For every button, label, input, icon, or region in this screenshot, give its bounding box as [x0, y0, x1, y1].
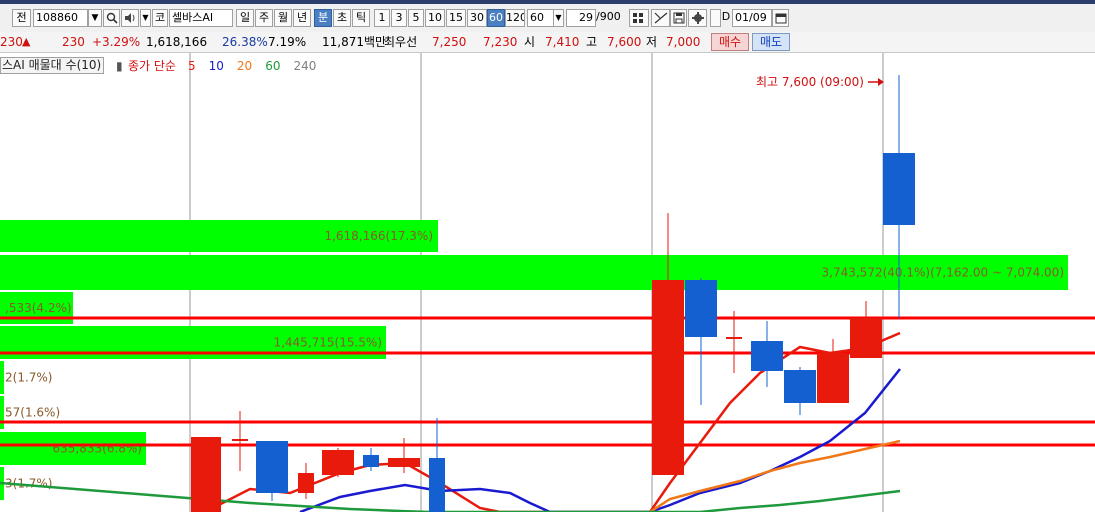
sound-icon[interactable] — [121, 9, 139, 27]
ma-legend-periods: 5 10 20 60 240 — [188, 59, 329, 73]
count-input[interactable]: 29 — [566, 9, 596, 27]
candle-body — [751, 341, 783, 371]
calendar-icon[interactable] — [772, 9, 789, 27]
candle-body — [363, 455, 379, 467]
minute-15-button[interactable]: 15 — [446, 9, 466, 27]
candle-body — [429, 458, 445, 512]
interval-input[interactable]: 60 — [527, 9, 554, 27]
candle-body — [883, 153, 915, 225]
date-checkbox[interactable] — [710, 9, 721, 27]
minute-3-button[interactable]: 3 — [391, 9, 407, 27]
volume-value: 1,618,166 — [146, 35, 208, 49]
legend-marker-icon: ▮ — [116, 59, 123, 73]
volume-profile-label: 1,445,715(15.5%) — [273, 336, 382, 350]
code-prefix-button[interactable]: 전 — [12, 9, 31, 27]
minute-120-button[interactable]: 120 — [505, 9, 525, 27]
volume-profile-legend[interactable]: 스AI 매물대 수(10) — [0, 57, 104, 74]
buy-button[interactable]: 매수 — [711, 33, 749, 51]
volume-profile-label: 3,743,572(40.1%)(7,162.00 ~ 7,074.00) — [822, 266, 1064, 280]
candle-body — [726, 337, 742, 339]
quote-info-bar: 230 ▲ 230 +3.29% 1,618,166 26.38% 7.19% … — [0, 32, 1095, 53]
period-tick-button[interactable]: 틱 — [352, 9, 370, 27]
period-year-button[interactable]: 년 — [293, 9, 311, 27]
candle-body — [322, 450, 354, 475]
period-month-button[interactable]: 월 — [274, 9, 292, 27]
change-percent: +3.29% — [92, 35, 141, 49]
rate-value: 7.19% — [268, 35, 307, 49]
stock-name-field[interactable]: 셀바스AI — [169, 9, 233, 27]
high-label: 고 — [586, 35, 598, 49]
high-value: 7,600 — [607, 35, 642, 49]
sound-dropdown-icon[interactable]: ▼ — [140, 9, 151, 27]
bid-value: 7,250 — [432, 35, 467, 49]
interval-dropdown-icon[interactable]: ▼ — [553, 9, 564, 27]
period-week-button[interactable]: 주 — [255, 9, 273, 27]
sell-button[interactable]: 매도 — [752, 33, 790, 51]
grid-icon[interactable] — [629, 9, 649, 27]
open-label: 시 — [524, 35, 536, 49]
price-chart[interactable]: 1,618,166(17.3%) 3,743,572(40.1%)(7,162.0… — [0, 53, 1095, 512]
open-value: 7,410 — [545, 35, 580, 49]
chart-toolbar: 전 108860 ▼ ▼ 코 셀바스AI 일 주 월 년 분 초 틱 1 3 5… — [0, 4, 1095, 33]
high-price-annotation: 최고 7,600 (09:00) — [756, 75, 864, 89]
ma-legend-period: 240 — [293, 59, 317, 73]
up-arrow-icon: ▲ — [22, 35, 31, 48]
candle-body — [388, 458, 420, 467]
date-flag-label: D — [721, 10, 731, 23]
candle-body — [784, 370, 816, 403]
candle-body — [685, 280, 717, 337]
candle-body — [850, 318, 882, 358]
period-day-button[interactable]: 일 — [236, 9, 254, 27]
minute-5-button[interactable]: 5 — [408, 9, 424, 27]
change-value: 230 — [62, 35, 85, 49]
ma-legend-period: 10 — [208, 59, 224, 73]
ma20-line — [649, 439, 901, 512]
price-partial: 230 — [0, 35, 23, 49]
save-icon[interactable] — [670, 9, 687, 27]
crosshair-icon[interactable] — [651, 9, 670, 27]
candle-body — [298, 473, 314, 493]
minute-60-button[interactable]: 60 — [487, 9, 505, 27]
gear-icon[interactable] — [688, 9, 707, 27]
low-label: 저 — [646, 35, 658, 49]
volume-profile-label: 2(1.7%) — [5, 371, 52, 385]
symbol-code-input[interactable]: 108860 — [33, 9, 88, 27]
ma60-line — [0, 481, 901, 512]
candle-body — [652, 280, 684, 475]
candle-body — [256, 441, 288, 493]
volume-profile-bar — [0, 396, 4, 429]
low-value: 7,000 — [666, 35, 701, 49]
period-minute-button[interactable]: 분 — [314, 9, 332, 27]
candle-body — [232, 439, 248, 441]
search-icon[interactable] — [103, 9, 120, 27]
turnover-percent: 26.38% — [222, 35, 268, 49]
candle-body — [191, 437, 221, 512]
market-button[interactable]: 코 — [152, 9, 168, 27]
volume-profile-label: ,533(4.2%) — [5, 301, 72, 315]
symbol-dropdown-icon[interactable]: ▼ — [88, 9, 102, 27]
minute-30-button[interactable]: 30 — [467, 9, 487, 27]
volume-profile-label: 1,618,166(17.3%) — [324, 229, 433, 243]
ma-legend-period: 20 — [236, 59, 253, 73]
candle-body — [817, 353, 849, 403]
amount-value: 11,871백만 — [322, 35, 387, 49]
ma-legend-period: 60 — [265, 59, 281, 73]
date-input[interactable]: 01/09 — [732, 9, 772, 27]
minute-1-button[interactable]: 1 — [374, 9, 390, 27]
ma-legend-label: 종가 단순 — [128, 59, 176, 73]
volume-profile-bar — [0, 361, 4, 394]
ma-legend-period: 5 — [188, 59, 196, 73]
period-second-button[interactable]: 초 — [333, 9, 351, 27]
priority-label: 최우선 — [384, 35, 418, 49]
minute-10-button[interactable]: 10 — [425, 9, 445, 27]
ask-value: 7,230 — [483, 35, 518, 49]
volume-profile-label: 57(1.6%) — [5, 406, 60, 420]
count-total-label: /900 — [596, 10, 621, 23]
